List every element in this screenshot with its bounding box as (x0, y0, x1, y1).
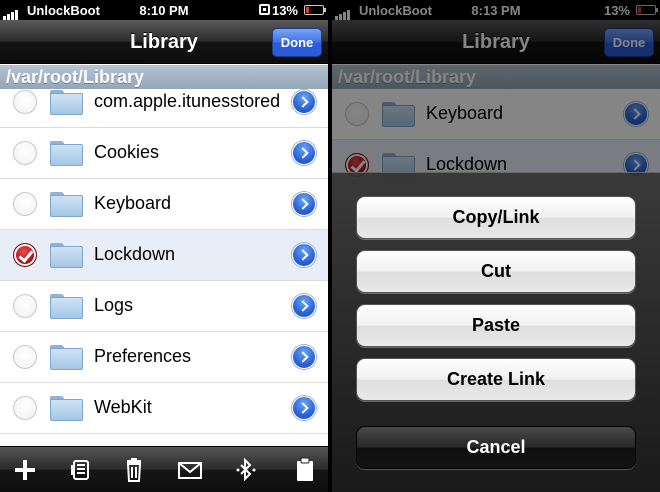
disclosure-arrow-icon[interactable] (292, 396, 316, 420)
toolbar (0, 446, 328, 492)
select-radio-icon[interactable] (13, 345, 37, 369)
create-link-button[interactable]: Create Link (356, 358, 636, 401)
list-item[interactable]: Logs (0, 281, 328, 332)
folder-icon (50, 396, 83, 421)
orientation-lock-icon (259, 4, 270, 15)
copy-link-button[interactable]: Copy/Link (356, 196, 636, 239)
list-item-label: com.apple.itunesstored (94, 91, 281, 111)
path-header: /var/root/Library (0, 65, 328, 89)
folder-icon (50, 90, 83, 115)
compress-icon[interactable] (66, 456, 96, 484)
folder-icon (50, 141, 83, 166)
disclosure-arrow-icon[interactable] (292, 294, 316, 318)
battery-percent: 13% (271, 3, 298, 18)
folder-icon (50, 294, 83, 319)
list-item[interactable]: Keyboard (0, 179, 328, 230)
select-radio-icon[interactable] (13, 192, 37, 216)
list-item-label: WebKit (94, 397, 152, 417)
trash-icon[interactable] (119, 456, 149, 484)
list-item-label: Cookies (94, 142, 160, 162)
cut-button[interactable]: Cut (356, 250, 636, 293)
disclosure-arrow-icon[interactable] (292, 141, 316, 165)
plus-icon[interactable] (10, 456, 40, 484)
select-radio-icon[interactable] (13, 396, 37, 420)
done-button[interactable]: Done (272, 28, 322, 57)
paste-button[interactable]: Paste (356, 304, 636, 347)
folder-icon (50, 192, 83, 217)
select-radio-icon[interactable] (13, 141, 37, 165)
list-item-label: Keyboard (94, 193, 172, 213)
list-item[interactable]: WebKit (0, 383, 328, 434)
disclosure-arrow-icon[interactable] (292, 90, 316, 114)
mail-icon[interactable] (175, 456, 205, 484)
disclosure-arrow-icon[interactable] (292, 345, 316, 369)
file-list[interactable]: com.apple.itunesstored Cookies Keyboard Loc… (0, 77, 328, 434)
disclosure-arrow-icon[interactable] (292, 243, 316, 267)
action-sheet-screen: UnlockBoot 8:13 PM 13% Library Done /var… (332, 0, 660, 492)
select-radio-icon[interactable] (13, 90, 37, 114)
select-radio-icon[interactable] (13, 294, 37, 318)
action-sheet: Copy/Link Cut Paste Create Link Cancel (332, 172, 660, 492)
list-item-label: Logs (94, 295, 134, 315)
battery-icon (304, 5, 326, 15)
list-item[interactable]: Cookies (0, 128, 328, 179)
folder-icon (50, 345, 83, 370)
list-item-label: Lockdown (94, 244, 176, 264)
list-item-label: Preferences (94, 346, 192, 366)
list-item[interactable]: Lockdown (0, 230, 328, 281)
list-item[interactable]: Preferences (0, 332, 328, 383)
navigation-bar: Library Done (0, 20, 328, 64)
file-browser-screen: UnlockBoot 8:10 PM 13% Library Done com.… (0, 0, 328, 492)
checked-radio-icon[interactable] (13, 243, 37, 267)
folder-icon (50, 243, 83, 268)
clipboard-icon[interactable] (290, 456, 320, 484)
bluetooth-icon[interactable] (231, 456, 261, 484)
disclosure-arrow-icon[interactable] (292, 192, 316, 216)
status-bar: UnlockBoot 8:10 PM 13% (0, 0, 328, 20)
cancel-button[interactable]: Cancel (356, 426, 636, 469)
